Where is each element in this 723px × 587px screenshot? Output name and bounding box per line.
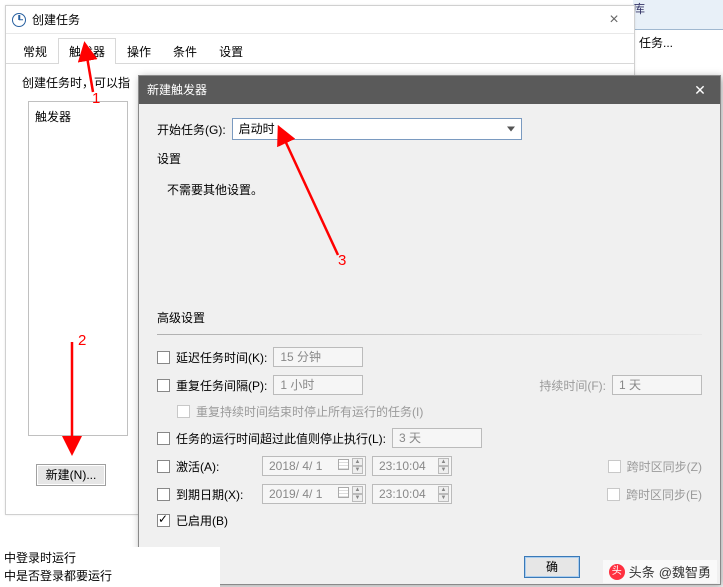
annotation-number-2: 2 [78,332,86,349]
stop-if-label: 任务的运行时间超过此值则停止执行(L): [176,430,386,447]
tab-settings[interactable]: 设置 [208,38,254,64]
bottom-line-1: 中登录时运行 [4,549,216,567]
annotation-arrow-2 [62,342,82,452]
expire-tz-label: 跨时区同步(E) [626,486,702,503]
start-task-combo[interactable]: 启动时 [232,118,522,140]
delay-label: 延迟任务时间(K): [176,349,267,366]
enabled-checkbox[interactable] [157,514,170,527]
watermark: 头 头条 @魏智勇 [603,560,717,583]
repeat-label: 重复任务间隔(P): [176,377,267,394]
bg-panel: 任务... [633,30,723,72]
activate-label: 激活(A): [176,458,256,475]
repeat-stop-checkbox [177,405,190,418]
dialog-title: 创建任务 [32,6,80,34]
spin-buttons[interactable]: ▲▼ [352,458,363,474]
annotation-number-3: 3 [338,252,346,269]
tab-conditions[interactable]: 条件 [162,38,208,64]
activate-date-picker[interactable]: 2018/ 4/ 1 ▲▼ [262,456,366,476]
expire-checkbox[interactable] [157,488,170,501]
calendar-icon [338,459,349,470]
clock-icon [12,13,26,27]
close-icon[interactable]: × [594,6,634,34]
bg-text: 任务... [639,36,673,50]
bottom-line-2: 中是否登录都要运行 [4,567,216,585]
repeat-checkbox[interactable] [157,379,170,392]
new-trigger-dialog: 新建触发器 ✕ 开始任务(G): 启动时 设置 不需要其他设置。 高级设置 延迟… [138,75,721,585]
watermark-prefix: 头条 [629,562,655,581]
duration-combo: 1 天 [612,375,702,395]
start-task-label: 开始任务(G): [157,121,226,138]
start-task-value: 启动时 [239,122,275,136]
advanced-settings: 延迟任务时间(K): 15 分钟 重复任务间隔(P): 1 小时 持续时间(F)… [157,347,702,529]
stop-if-checkbox[interactable] [157,432,170,445]
watermark-icon: 头 [609,564,625,580]
spin-buttons[interactable]: ▲▼ [352,486,363,502]
expire-tz-checkbox [607,488,620,501]
duration-label: 持续时间(F): [539,377,606,394]
repeat-stop-label: 重复持续时间结束时停止所有运行的任务(I) [196,403,423,420]
spin-buttons[interactable]: ▲▼ [438,486,449,502]
list-header: 触发器 [35,110,71,124]
settings-info-text: 不需要其他设置。 [167,183,263,197]
tab-general[interactable]: 常规 [12,38,58,64]
annotation-arrow-3 [278,130,348,260]
activate-time-picker[interactable]: 23:10:04 ▲▼ [372,456,452,476]
enabled-label: 已启用(B) [176,512,228,529]
child-body: 开始任务(G): 启动时 设置 不需要其他设置。 高级设置 延迟任务时间(K):… [139,104,720,551]
watermark-user: @魏智勇 [659,562,711,581]
dialog-titlebar: 创建任务 × [6,6,634,34]
close-icon[interactable]: ✕ [680,76,720,104]
activate-checkbox[interactable] [157,460,170,473]
expire-time-picker[interactable]: 23:10:04 ▲▼ [372,484,452,504]
repeat-combo[interactable]: 1 小时 [273,375,363,395]
child-title-text: 新建触发器 [147,83,207,97]
settings-info-area: 不需要其他设置。 [157,175,702,305]
expire-date-picker[interactable]: 2019/ 4/ 1 ▲▼ [262,484,366,504]
advanced-section-label: 高级设置 [157,309,702,326]
stop-if-combo[interactable]: 3 天 [392,428,482,448]
bg-toolbar: 库 [633,0,723,30]
activate-tz-label: 跨时区同步(Z) [627,458,702,475]
activate-tz-checkbox [608,460,621,473]
chevron-down-icon [507,127,515,132]
child-titlebar: 新建触发器 ✕ [139,76,720,104]
ok-button[interactable]: 确 [524,556,580,578]
separator [157,334,702,335]
calendar-icon [338,487,349,498]
settings-section-label: 设置 [157,150,702,167]
tab-actions[interactable]: 操作 [116,38,162,64]
spin-buttons[interactable]: ▲▼ [438,458,449,474]
annotation-number-1: 1 [92,90,100,107]
expire-label: 到期日期(X): [176,486,256,503]
bottom-lines: 中登录时运行 中是否登录都要运行 [0,547,220,587]
new-button[interactable]: 新建(N)... [36,464,106,486]
delay-checkbox[interactable] [157,351,170,364]
delay-combo[interactable]: 15 分钟 [273,347,363,367]
